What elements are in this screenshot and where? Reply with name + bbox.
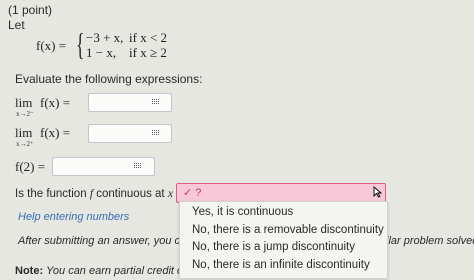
option-jump[interactable]: No, there is a jump discontinuity <box>192 241 355 253</box>
option-removable[interactable]: No, there is a removable discontinuity <box>192 224 384 236</box>
after-submit-text-right: ilar problem solved. <box>386 235 474 247</box>
lim-sub: x→2⁺ <box>16 140 34 148</box>
continuity-options-menu: Yes, it is continuous No, there is a rem… <box>179 201 388 279</box>
lim-label: lim <box>15 95 33 110</box>
brace-icon: { <box>76 26 85 62</box>
case1-cond: if x < 2 <box>129 30 168 45</box>
select-value: ✓ ? <box>183 187 202 199</box>
continuity-question: Is the function f continuous at x = 2 <box>15 186 192 200</box>
lim-fx: f(x) = <box>40 95 71 110</box>
points-label: (1 point) <box>8 3 53 17</box>
function-lhs: f(x) = <box>36 38 67 53</box>
continuity-select[interactable]: ✓ ? <box>176 183 386 203</box>
equation-editor-icon[interactable] <box>134 163 142 170</box>
cursor-icon <box>373 186 383 201</box>
lim-label: lim <box>15 125 33 140</box>
help-entering-numbers-link[interactable]: Help entering numbers <box>18 211 129 223</box>
case1-expr: −3 + x, <box>86 30 124 45</box>
option-infinite[interactable]: No, there is an infinite discontinuity <box>192 259 370 271</box>
case2-expr: 1 − x, <box>86 45 117 60</box>
instructions: Evaluate the following expressions: <box>15 72 203 86</box>
let-label: Let <box>8 18 25 32</box>
option-continuous[interactable]: Yes, it is continuous <box>192 206 293 218</box>
case2-cond: if x ≥ 2 <box>129 45 167 60</box>
equation-editor-icon[interactable] <box>152 99 160 106</box>
f-at-2-label: f(2) = <box>15 159 46 174</box>
lim-fx: f(x) = <box>40 125 71 140</box>
lim-sub: x→2⁻ <box>16 110 34 118</box>
after-submit-text: After submitting an answer, you can g <box>18 235 202 247</box>
equation-editor-icon[interactable] <box>152 130 160 137</box>
